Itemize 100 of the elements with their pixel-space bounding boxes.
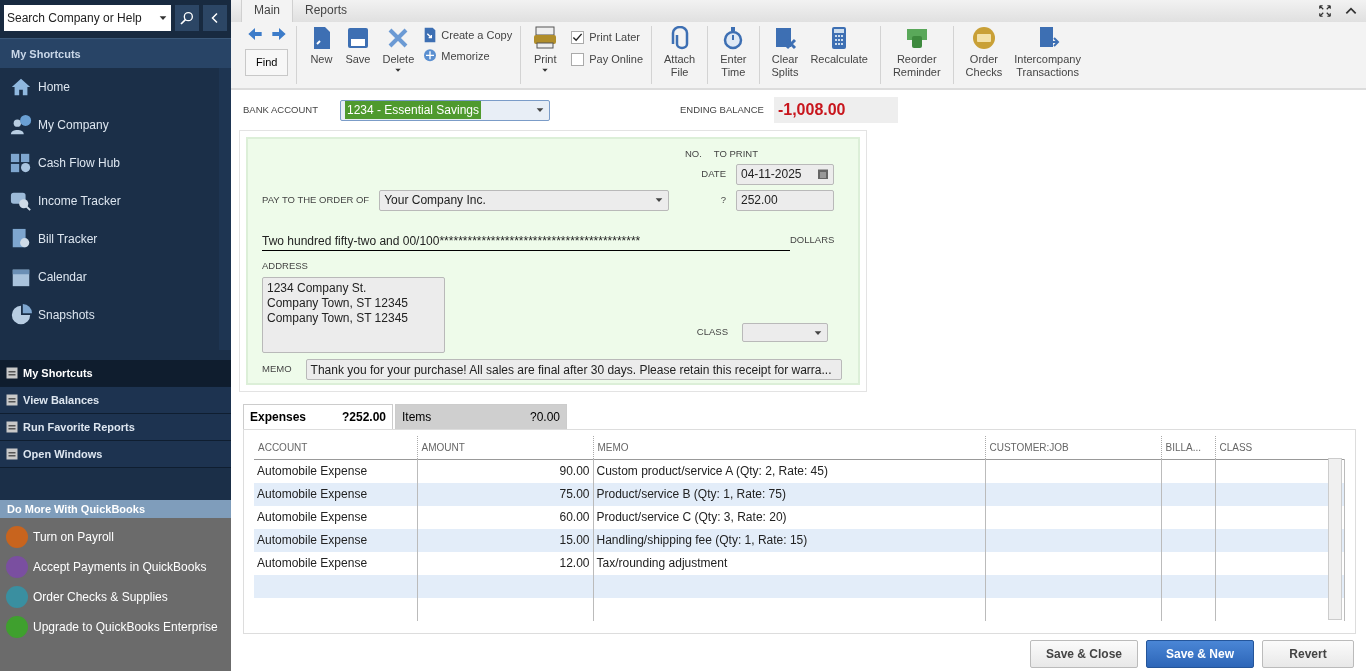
sidebar-item[interactable]: Bill Tracker <box>0 220 219 258</box>
field-label: ADDRESS <box>262 258 308 273</box>
table-cell: 90.00 <box>417 459 593 483</box>
forward-arrow-icon[interactable] <box>270 26 287 42</box>
field-label: ENDING BALANCE <box>679 102 764 117</box>
toolbar-link[interactable]: Memorize <box>422 46 513 65</box>
field-label: NO. <box>684 146 702 161</box>
table-cell: Custom product/service A (Qty: 2, Rate: 45) <box>593 459 985 483</box>
toolbar-button[interactable]: Intercompany Transactions <box>1010 26 1085 79</box>
toolbar-button[interactable]: Print <box>529 26 562 74</box>
checkbox[interactable]: Pay Online <box>571 48 644 70</box>
document-icon <box>10 228 32 250</box>
person-icon <box>10 114 32 136</box>
tab[interactable]: Main <box>241 0 293 22</box>
find-button[interactable]: Find <box>245 49 289 76</box>
field-label: ? <box>720 192 726 207</box>
field-label: MEMO <box>262 362 292 377</box>
caret-icon <box>534 105 545 115</box>
toolbar-link[interactable]: Create a Copy <box>422 26 513 45</box>
account-dropdown[interactable]: 1234 - Essential Savings <box>339 99 550 121</box>
promo-link[interactable]: Accept Payments in QuickBooks <box>0 552 231 582</box>
table-cell: Product/service B (Qty: 1, Rate: 75) <box>593 482 985 506</box>
scrollbar[interactable] <box>1328 458 1342 620</box>
sidebar-section[interactable]: My Shortcuts <box>0 360 231 387</box>
sidebar-section[interactable]: Run Favorite Reports <box>0 414 231 441</box>
section-icon <box>6 367 18 379</box>
memo-field[interactable]: Thank you for your purchase! All sales are final after 30 days. Please retain this receipt for warra... <box>305 359 842 380</box>
printer-icon <box>533 26 558 50</box>
pie-chart-icon <box>10 304 32 326</box>
toolbar-button[interactable]: Recalculate <box>806 26 872 66</box>
address-line: Company Town, ST 12345 <box>267 296 408 311</box>
toolbar-button[interactable]: New <box>305 26 338 66</box>
table-cell: Product/service C (Qty: 3, Rate: 20) <box>593 505 985 529</box>
toolbar-button[interactable]: Reorder Reminder <box>888 26 945 79</box>
field-label: PAY TO THE ORDER OF <box>262 192 370 207</box>
field-label: DOLLARS <box>790 232 835 247</box>
collapse-button[interactable] <box>203 5 227 31</box>
caret-icon <box>654 195 665 205</box>
table-cell: Automobile Expense <box>254 528 417 552</box>
address-line: 1234 Company St. <box>267 281 367 296</box>
table-cell: Automobile Expense <box>254 482 417 506</box>
field-label: CLASS <box>696 325 728 340</box>
toolbar-button[interactable]: Attach File <box>660 26 700 79</box>
house-icon <box>10 76 32 98</box>
promo-link[interactable]: Upgrade to QuickBooks Enterprise <box>0 612 231 642</box>
amount-in-words: Two hundred fifty-two and 00/100******************************************* <box>262 232 790 251</box>
sidebar-item[interactable]: My Company <box>0 106 219 144</box>
field-label: DATE <box>701 166 726 181</box>
address-field[interactable]: 1234 Company St. Company Town, ST 12345 Company Town, ST 12345 <box>262 277 445 353</box>
column-header[interactable]: CUSTOMER:JOB <box>985 436 1161 460</box>
search-field[interactable]: Search Company or Help <box>4 5 172 31</box>
sidebar-item[interactable]: Income Tracker <box>0 182 219 220</box>
toolbar-button[interactable]: Order Checks <box>961 26 1007 79</box>
tab[interactable]: Items ?0.00 <box>395 404 567 429</box>
checkbox[interactable]: Print Later <box>571 26 644 48</box>
tab[interactable]: Reports <box>293 0 360 22</box>
promo-header: Do More With QuickBooks <box>0 500 231 518</box>
section-icon <box>6 448 18 460</box>
back-arrow-icon[interactable] <box>246 26 263 42</box>
sidebar-section[interactable]: View Balances <box>0 387 231 414</box>
check-number: TO PRINT <box>713 146 758 161</box>
toolbar-button[interactable]: Save <box>341 26 375 66</box>
tab[interactable]: Expenses ?252.00 <box>243 404 393 429</box>
grid-icon <box>10 152 32 174</box>
date-field[interactable]: 04-11-2025 <box>736 163 834 185</box>
table-cell: Automobile Expense <box>254 551 417 575</box>
field-label: BANK ACCOUNT <box>243 102 318 117</box>
balance-value: -1,008.00 <box>773 97 898 123</box>
sidebar-item[interactable]: Calendar <box>0 258 219 296</box>
sidebar-item[interactable]: Snapshots <box>0 296 219 334</box>
column-header[interactable]: MEMO <box>593 436 985 460</box>
section-icon <box>6 394 18 406</box>
checkmark-icon <box>572 31 584 43</box>
sidebar-item[interactable]: Cash Flow Hub <box>0 144 219 182</box>
table-cell: Handling/shipping fee (Qty: 1, Rate: 15) <box>593 528 985 552</box>
table-cell: 15.00 <box>417 528 593 552</box>
address-line: Company Town, ST 12345 <box>267 311 408 326</box>
search-button[interactable] <box>175 5 200 31</box>
panel-header: My Shortcuts <box>0 38 231 68</box>
section-icon <box>6 421 18 433</box>
toolbar-button[interactable]: Clear Splits <box>767 26 803 79</box>
footer-button[interactable]: Revert <box>1262 639 1354 668</box>
column-header[interactable]: ACCOUNT <box>254 436 417 460</box>
promo-link[interactable]: Order Checks & Supplies <box>0 582 231 612</box>
sidebar-item[interactable]: Home <box>0 68 219 106</box>
table-cell: Automobile Expense <box>254 459 417 483</box>
table-cell: 12.00 <box>417 551 593 575</box>
promo-link[interactable]: Turn on Payroll <box>0 522 231 552</box>
table-cell: Tax/rounding adjustment <box>593 551 985 575</box>
column-header[interactable]: AMOUNT <box>417 436 593 460</box>
toolbar-button[interactable]: Delete <box>378 26 419 74</box>
amount-field[interactable]: 252.00 <box>736 189 834 211</box>
footer-button[interactable]: Save & Close <box>1030 639 1138 668</box>
search-icon <box>179 10 196 26</box>
table-cell: 60.00 <box>417 505 593 529</box>
toolbar-button[interactable]: Enter Time <box>716 26 751 79</box>
sidebar-section[interactable]: Open Windows <box>0 441 231 468</box>
payee-dropdown[interactable]: Your Company Inc. <box>379 189 670 211</box>
column-header[interactable]: BILLA... <box>1161 436 1215 460</box>
footer-button[interactable]: Save & New <box>1146 639 1254 668</box>
